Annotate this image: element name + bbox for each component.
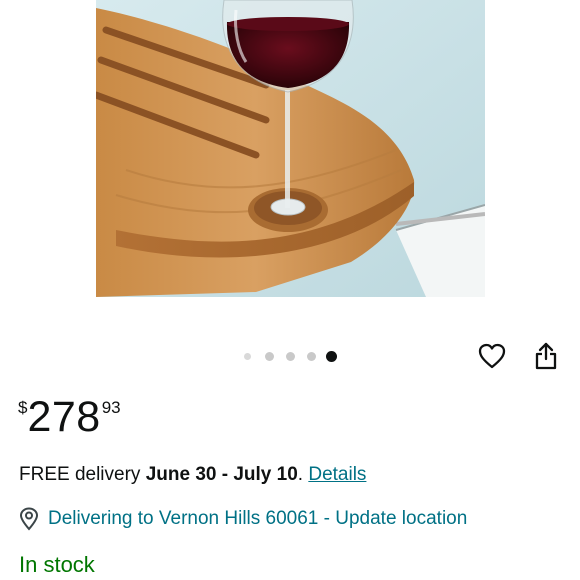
product-image[interactable]: [96, 0, 485, 297]
location-text[interactable]: Delivering to Vernon Hills 60061 - Updat…: [48, 508, 467, 530]
price-whole: 278: [27, 393, 101, 441]
price-currency-symbol: $: [18, 398, 28, 417]
carousel-dot[interactable]: [265, 352, 274, 361]
carousel-dot[interactable]: [286, 352, 295, 361]
delivery-prefix: FREE delivery: [19, 464, 141, 485]
delivery-location[interactable]: Delivering to Vernon Hills 60061 - Updat…: [19, 506, 467, 532]
location-pin-icon: [19, 507, 41, 531]
delivery-dates: June 30 - July 10: [145, 464, 298, 485]
stock-status: In stock: [19, 552, 95, 577]
wishlist-button[interactable]: [477, 343, 507, 373]
heart-icon: [478, 343, 506, 374]
delivery-separator: .: [297, 464, 304, 485]
share-icon: [534, 342, 558, 375]
share-button[interactable]: [531, 342, 561, 375]
price-fraction: 93: [101, 398, 121, 417]
carousel-dot[interactable]: [244, 353, 251, 360]
delivery-info: FREE delivery June 30 - July 10. Details: [19, 463, 366, 487]
carousel-dot-active[interactable]: [326, 351, 337, 362]
price: $ 278 93: [18, 393, 121, 443]
carousel-dot[interactable]: [307, 352, 316, 361]
delivery-details-link[interactable]: Details: [308, 464, 366, 485]
